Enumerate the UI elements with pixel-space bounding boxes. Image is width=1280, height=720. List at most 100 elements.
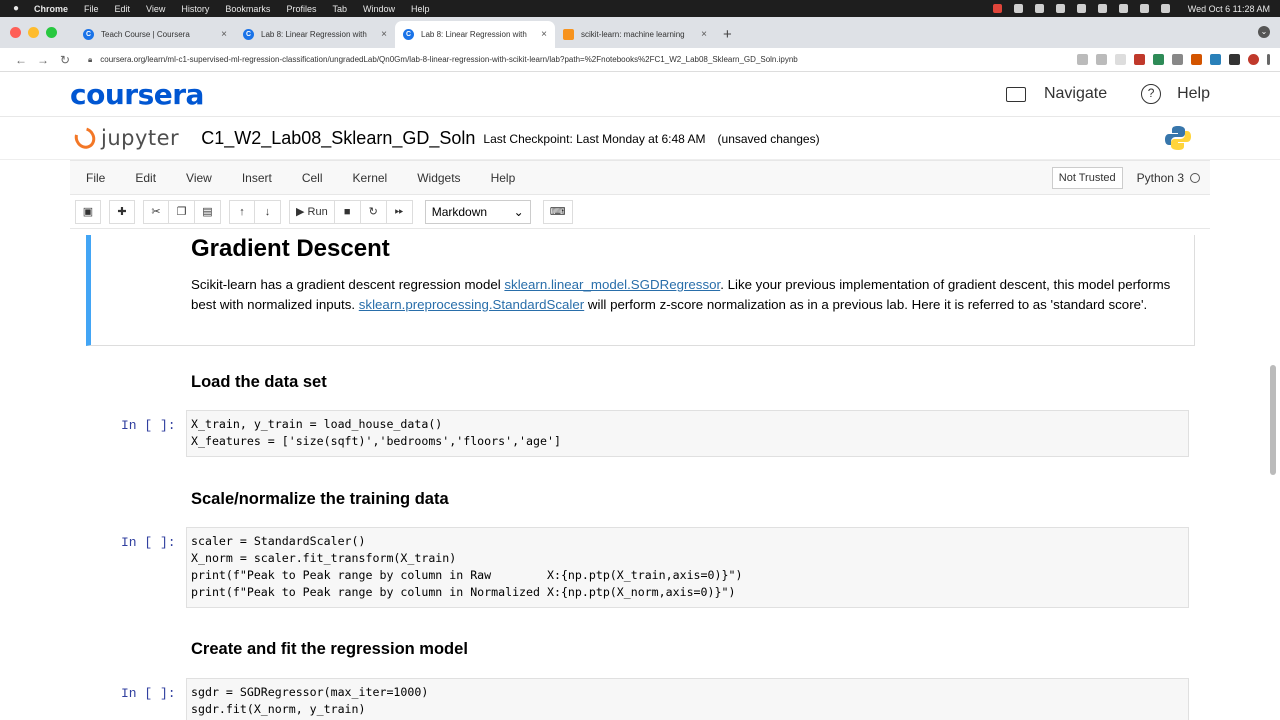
url-field[interactable]: 🔒︎ coursera.org/learn/ml-c1-supervised-m… [82, 51, 1065, 69]
reload-icon[interactable]: ↻ [54, 53, 76, 67]
tab-search-icon[interactable]: ⌄ [1258, 26, 1270, 38]
maximize-window-button[interactable] [46, 27, 57, 38]
command-palette-icon[interactable]: ⌨ [542, 199, 573, 224]
zoom-icon[interactable] [1077, 54, 1088, 65]
kernel-indicator: Python 3 [1137, 171, 1200, 185]
minimize-window-button[interactable] [28, 27, 39, 38]
jmenu-edit[interactable]: Edit [135, 171, 156, 185]
app-icon[interactable] [1034, 4, 1044, 13]
browser-tab-lab8-active[interactable]: C Lab 8: Linear Regression with × [395, 21, 555, 48]
menu-tab[interactable]: Tab [332, 4, 347, 14]
not-trusted-button[interactable]: Not Trusted [1051, 166, 1123, 189]
new-tab-button[interactable]: + [723, 21, 732, 48]
close-window-button[interactable] [10, 27, 21, 38]
code-cell-regression[interactable]: sgdr = SGDRegressor(max_iter=1000) sgdr.… [186, 678, 1189, 720]
jmenu-help[interactable]: Help [491, 171, 516, 185]
menu-help[interactable]: Help [411, 4, 430, 14]
kernel-name: Python 3 [1136, 170, 1184, 185]
tab-close-icon[interactable]: × [701, 29, 707, 40]
control-center-icon[interactable] [1160, 4, 1170, 13]
zoom-icon[interactable] [1013, 4, 1023, 13]
tab-label: scikit-learn: machine learning [581, 30, 685, 39]
jmenu-kernel[interactable]: Kernel [353, 171, 388, 185]
profile-avatar[interactable] [1248, 54, 1259, 65]
run-button[interactable]: ▶︎ Run [289, 199, 335, 224]
jmenu-cell[interactable]: Cell [302, 171, 323, 185]
code-cell-scale[interactable]: scaler = StandardScaler() X_norm = scale… [186, 527, 1189, 608]
bluetooth-icon[interactable] [1097, 4, 1107, 13]
copy-icon[interactable]: ❐ [169, 199, 195, 224]
restart-icon[interactable]: ↻ [360, 199, 387, 224]
browser-tab-scikit-learn[interactable]: scikit-learn: machine learning × [555, 21, 715, 48]
paste-icon[interactable]: ▤ [195, 199, 221, 224]
menu-file[interactable]: File [84, 4, 99, 14]
tab-label: Lab 8: Linear Regression with [421, 30, 527, 39]
insert-cell-icon[interactable]: ✚ [109, 199, 135, 224]
coursera-favicon-icon: C [83, 29, 94, 40]
chevron-down-icon: ⌄ [513, 204, 524, 219]
extension-icon[interactable] [1055, 4, 1065, 13]
jmenu-widgets[interactable]: Widgets [417, 171, 460, 185]
browser-tab-teach-course[interactable]: C Teach Course | Coursera × [75, 21, 235, 48]
extension-orange-icon[interactable] [1191, 54, 1202, 65]
cell-type-select[interactable]: Markdown ⌄ [424, 199, 531, 224]
chrome-menu-icon[interactable] [1267, 54, 1270, 65]
help-icon[interactable]: ? [1141, 84, 1162, 104]
menu-edit[interactable]: Edit [115, 4, 131, 14]
menu-bookmarks[interactable]: Bookmarks [225, 4, 270, 14]
help-button[interactable]: Help [1177, 85, 1210, 103]
save-icon[interactable]: ▣ [75, 199, 101, 224]
kernel-idle-icon [1190, 172, 1200, 183]
move-up-icon[interactable]: ↑ [229, 199, 255, 224]
apple-icon[interactable]: ● [10, 3, 22, 14]
share-icon[interactable] [1096, 54, 1107, 65]
unsaved-status: (unsaved changes) [717, 132, 820, 146]
sgdregressor-link[interactable]: sklearn.linear_model.SGDRegressor [504, 277, 720, 292]
record-icon[interactable] [992, 4, 1002, 13]
extension-red-icon[interactable] [1134, 54, 1145, 65]
tab-label: Teach Course | Coursera [101, 30, 190, 39]
menu-chrome[interactable]: Chrome [34, 4, 68, 14]
jupyter-toolbar: ▣ ✚ ✂ ❐ ▤ ↑ ↓ ▶︎ Run ■ ↻ ⏩︎ Markdown ⌄ ⌨ [70, 195, 1210, 229]
run-label: Run [307, 205, 328, 218]
lock-icon[interactable]: 🔒︎ [88, 55, 92, 65]
search-icon[interactable] [1139, 4, 1149, 13]
forward-icon[interactable]: → [32, 53, 54, 67]
fast-forward-icon[interactable]: ⏩︎ [386, 199, 413, 224]
menu-history[interactable]: History [181, 4, 209, 14]
navigate-icon[interactable] [1005, 86, 1026, 102]
bookmark-star-icon[interactable] [1115, 54, 1126, 65]
extensions-puzzle-icon[interactable] [1229, 54, 1240, 65]
extension-blue-icon[interactable] [1210, 54, 1221, 65]
coursera-logo[interactable]: coursera [70, 78, 204, 111]
notebook-title[interactable]: C1_W2_Lab08_Sklearn_GD_Soln [201, 128, 475, 149]
jmenu-insert[interactable]: Insert [242, 171, 272, 185]
tab-close-icon[interactable]: × [381, 29, 387, 40]
extension-gray-icon[interactable] [1172, 54, 1183, 65]
clock[interactable]: Wed Oct 6 11:28 AM [1188, 4, 1270, 14]
browser-tab-lab8-a[interactable]: C Lab 8: Linear Regression with × [235, 21, 395, 48]
navigate-button[interactable]: Navigate [1044, 85, 1107, 103]
scale-heading: Scale/normalize the training data [191, 490, 449, 508]
cut-icon[interactable]: ✂ [143, 199, 169, 224]
jmenu-view[interactable]: View [186, 171, 212, 185]
back-icon[interactable]: ← [10, 53, 32, 67]
move-down-icon[interactable]: ↓ [255, 199, 281, 224]
menu-profiles[interactable]: Profiles [286, 4, 316, 14]
notebook-scrollbar[interactable] [1270, 365, 1276, 475]
wifi-icon[interactable] [1118, 4, 1128, 13]
jupyter-logo[interactable]: jupyter [70, 123, 179, 153]
address-bar-row: ← → ↻ 🔒︎ coursera.org/learn/ml-c1-superv… [0, 48, 1280, 72]
code-cell-load-data[interactable]: X_train, y_train = load_house_data() X_f… [186, 410, 1189, 457]
menu-view[interactable]: View [146, 4, 165, 14]
tab-close-icon[interactable]: × [221, 29, 227, 40]
menu-window[interactable]: Window [363, 4, 395, 14]
extension-green-icon[interactable] [1153, 54, 1164, 65]
cell-type-value: Markdown [431, 204, 488, 219]
jmenu-file[interactable]: File [86, 171, 105, 185]
tab-close-icon[interactable]: × [541, 29, 547, 40]
cell-prompt: In [ ]: [121, 535, 176, 550]
stop-icon[interactable]: ■ [334, 199, 361, 224]
standardscaler-link[interactable]: sklearn.preprocessing.StandardScaler [359, 297, 584, 312]
battery-icon[interactable] [1076, 4, 1086, 13]
